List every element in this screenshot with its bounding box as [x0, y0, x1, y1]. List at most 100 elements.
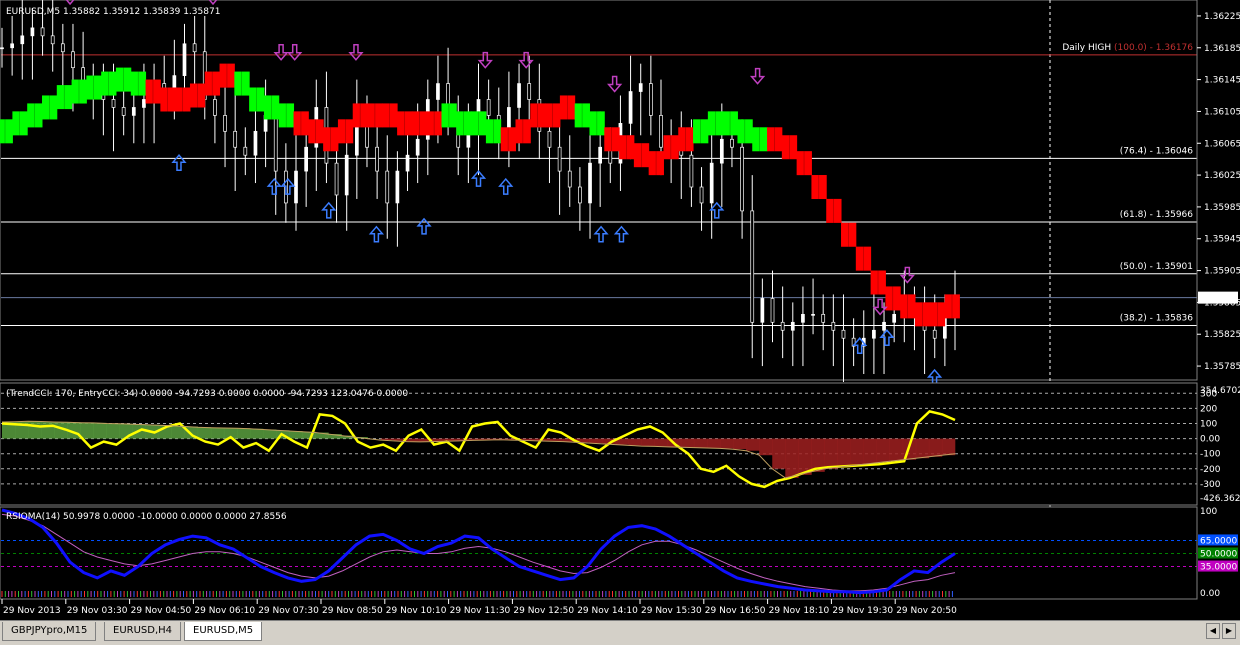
cci-hist-bar — [641, 438, 656, 447]
trend-band-segment — [707, 111, 724, 136]
scroll-right-icon[interactable]: ▶ — [1222, 623, 1236, 639]
trend-band-segment — [589, 111, 605, 136]
candle-body — [780, 321, 785, 331]
candle-body — [192, 43, 197, 53]
price-header: EURUSD,M5 1.35882 1.35912 1.35839 1.3587… — [6, 7, 220, 17]
candle-body — [831, 321, 836, 331]
x-axis: 29 Nov 2013 29 Nov 03:30 29 Nov 04:50 29 No… — [1, 599, 957, 616]
candle-body — [760, 298, 765, 323]
cci-hist-bar — [941, 438, 956, 456]
cci-tick-label: -300 — [1200, 480, 1221, 490]
candle-body — [872, 329, 876, 339]
trend-band-segment — [604, 127, 620, 152]
x-tick-label: 29 Nov 06:10 — [194, 606, 255, 616]
trend-band-segment — [633, 143, 650, 168]
candle-body — [344, 154, 349, 196]
candle-body — [821, 313, 826, 323]
tab-eurusd-h4[interactable]: EURUSD,H4 — [104, 622, 182, 641]
trend-band-segment — [115, 67, 132, 92]
cci-hist-bar — [680, 438, 695, 448]
candle-body — [517, 83, 521, 108]
rsioma-panel: 100 0.00 65.0000 50.0000 35.0000 RSIOMA(14) … — [0, 506, 1238, 600]
trend-band-segment — [27, 103, 43, 128]
trend-band-segment — [204, 71, 221, 96]
trend-band-segment — [397, 111, 413, 136]
trend-band-segment — [130, 71, 147, 96]
cci-hist-bar — [706, 438, 721, 448]
price-tick-label: 1.35905 — [1204, 267, 1240, 277]
rsioma-header: RSIOMA(14) 50.9978 0.0000 -10.0000 0.000… — [6, 512, 287, 522]
cci-hist-bar — [850, 438, 864, 466]
price-tick-label: 1.35945 — [1204, 235, 1240, 245]
cci-hist-bar — [733, 438, 747, 450]
candle-body — [436, 83, 440, 100]
trend-band-segment — [485, 119, 502, 144]
price-tick-label: 1.35825 — [1204, 330, 1240, 340]
trend-band-segment — [767, 127, 783, 152]
candle-body — [213, 99, 217, 116]
candle-body — [131, 107, 136, 116]
rsioma-level-label: 50.0000 — [1200, 550, 1237, 560]
price-tick-label: 1.36185 — [1204, 44, 1240, 54]
fib-level-label: (76.4) - 1.36046 — [1120, 146, 1194, 156]
candle-body — [486, 99, 491, 116]
candle-body — [334, 162, 339, 196]
cci-hist-bar — [915, 438, 930, 459]
cci-hist-bar — [720, 438, 734, 449]
candle-body — [142, 99, 146, 108]
cci-hist-bar — [772, 438, 786, 469]
price-tick-label: 1.35985 — [1204, 203, 1240, 213]
trend-band-segment — [382, 103, 398, 128]
candle-body — [811, 313, 815, 316]
cci-hist-bar — [628, 438, 642, 446]
cci-hist-bar — [889, 438, 904, 462]
candle-body — [719, 138, 724, 164]
cci-max-label: 354.6702 — [1200, 386, 1240, 396]
trend-band-segment — [323, 127, 339, 152]
tab-eurusd-m5[interactable]: EURUSD,M5 — [184, 622, 263, 641]
trend-band-segment — [944, 294, 960, 319]
rsioma-tick-label: 0.00 — [1200, 589, 1220, 599]
trend-band-segment — [929, 302, 946, 327]
candle-body — [659, 115, 663, 148]
trend-band-segment — [752, 127, 768, 152]
candle-body — [932, 329, 937, 339]
trend-band-segment — [885, 286, 901, 311]
x-tick-label: 29 Nov 15:30 — [641, 606, 702, 616]
candle-body — [567, 170, 572, 188]
candle-body — [598, 146, 603, 164]
trend-band-segment — [219, 63, 235, 88]
candle-body — [588, 162, 592, 204]
cci-hist-bar — [759, 438, 773, 456]
cci-hist-bar — [197, 427, 212, 439]
trend-band-segment — [915, 302, 931, 327]
price-tick-label: 1.36145 — [1204, 76, 1240, 86]
trend-band-segment — [293, 111, 309, 136]
x-tick-label: 29 Nov 18:10 — [769, 606, 830, 616]
cci-hist-bar — [928, 438, 943, 457]
candle-body — [385, 170, 390, 204]
trend-band-segment — [826, 198, 842, 223]
price-tick-label: 1.36025 — [1204, 171, 1240, 181]
tab-gbpjpy-m15[interactable]: GBPJPYpro,M15 — [2, 622, 97, 641]
rsioma-tick-label: 100 — [1200, 507, 1217, 517]
x-tick-label: 29 Nov 12:50 — [513, 606, 574, 616]
candle-body — [730, 138, 734, 148]
candle-body — [547, 130, 552, 148]
x-tick-label: 29 Nov 11:30 — [450, 606, 511, 616]
cci-hist-bar — [746, 438, 760, 451]
rsioma-level-label: 35.0000 — [1200, 563, 1237, 573]
x-tick-label: 29 Nov 07:30 — [258, 606, 319, 616]
cci-hist-bar — [589, 438, 603, 444]
candle-body — [50, 35, 55, 45]
cci-hist-bar — [693, 438, 708, 448]
candle-body — [60, 43, 65, 53]
x-tick-label: 29 Nov 19:30 — [832, 606, 893, 616]
candle-body — [233, 130, 238, 148]
scroll-left-icon[interactable]: ◀ — [1206, 623, 1220, 639]
candle-body — [253, 130, 258, 156]
cci-tick-label: 200 — [1200, 404, 1217, 414]
trend-band-segment — [900, 294, 916, 319]
candle-body — [415, 138, 420, 156]
candle-body — [20, 35, 25, 45]
